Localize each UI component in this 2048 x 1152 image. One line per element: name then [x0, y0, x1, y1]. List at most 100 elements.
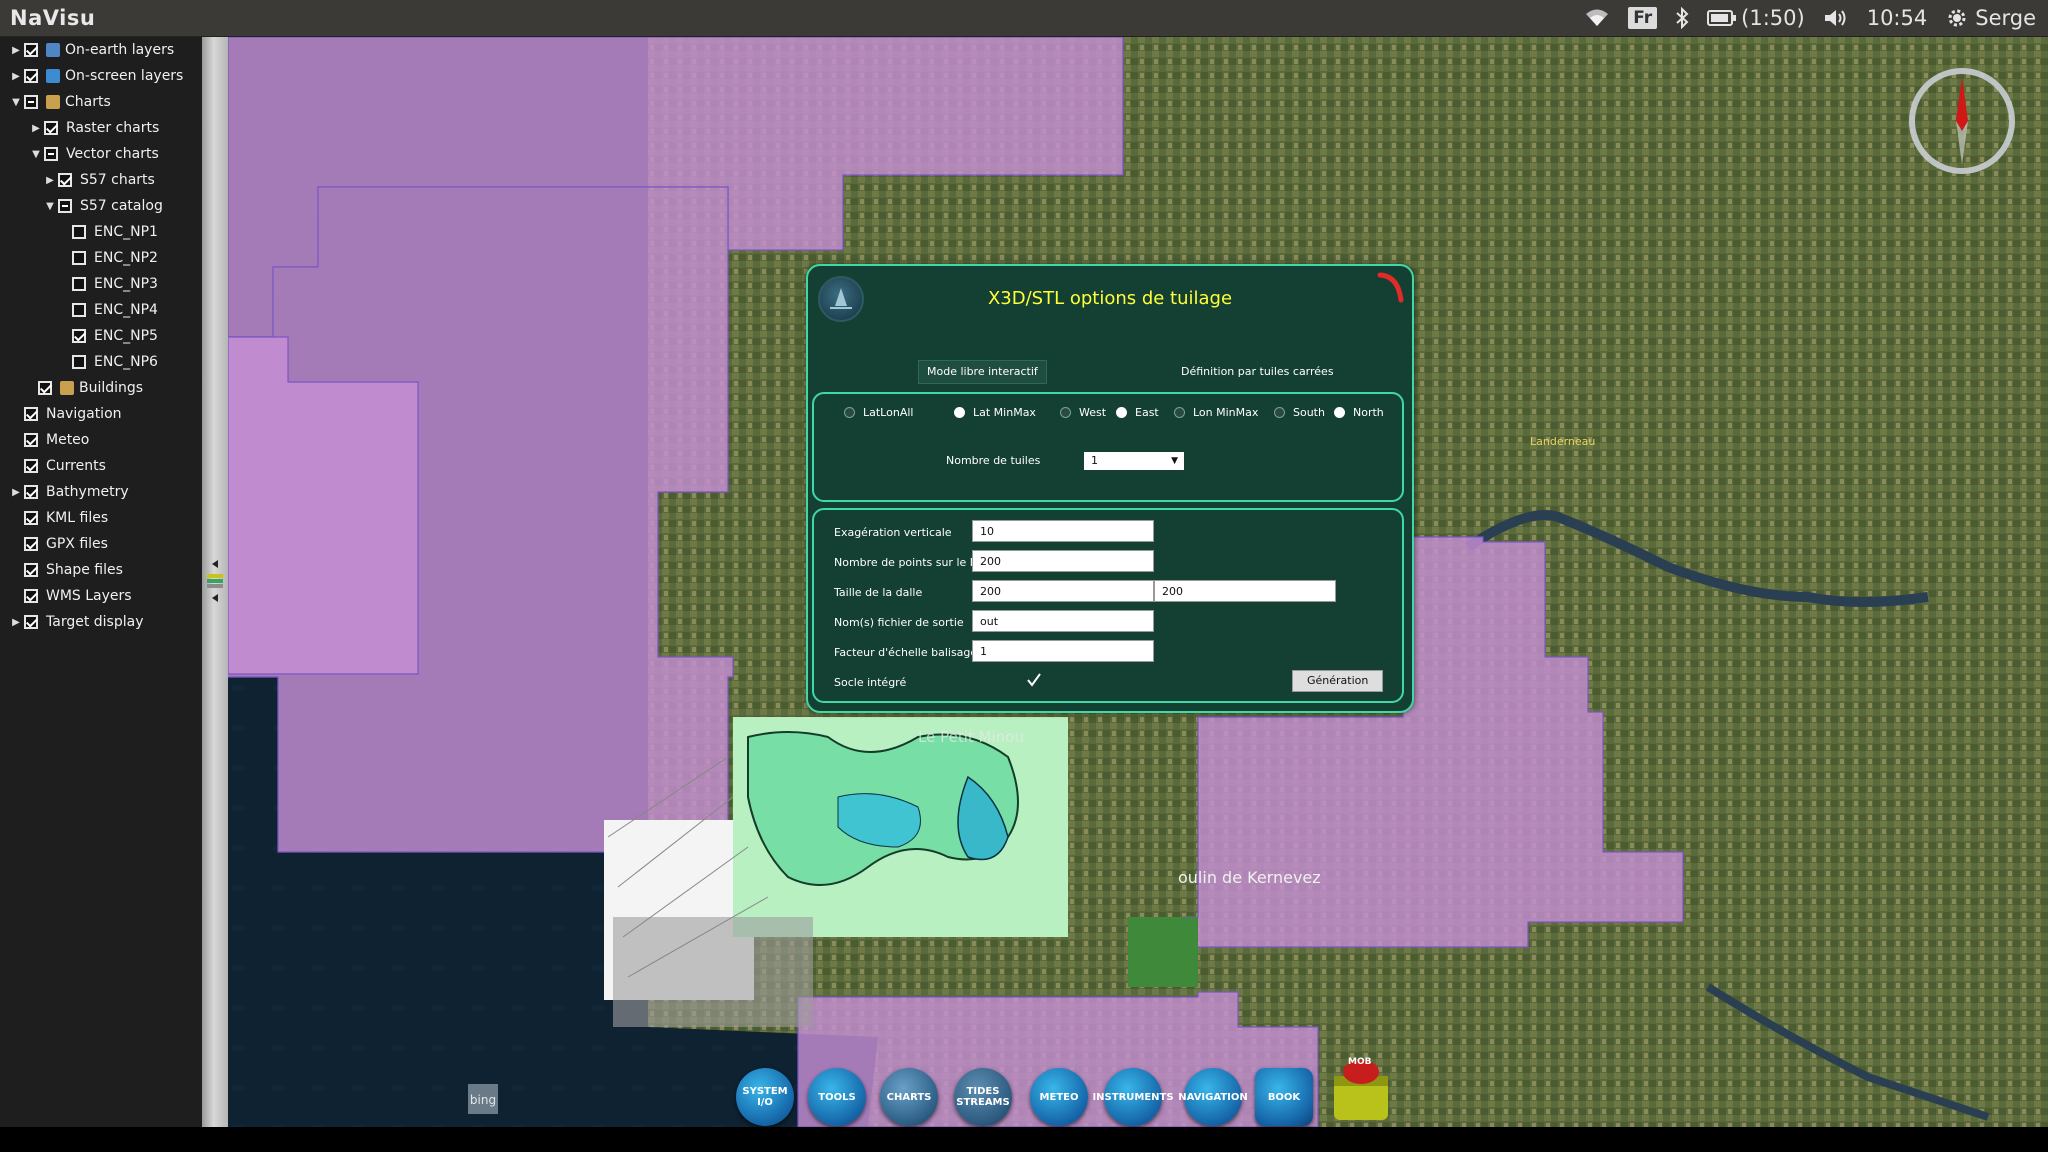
radio-lon-minmax[interactable]: Lon MinMax [1174, 406, 1258, 419]
layer-item[interactable]: Currents [10, 453, 106, 479]
layer-item[interactable]: GPX files [10, 531, 108, 557]
layer-checkbox[interactable] [72, 355, 86, 369]
layer-item[interactable]: KML files [10, 505, 108, 531]
layer-checkbox[interactable] [24, 615, 38, 629]
output-name-input[interactable]: out [972, 610, 1154, 632]
layer-item[interactable]: ▼ Vector charts [30, 141, 159, 167]
radio-lat-minmax[interactable]: Lat MinMax [954, 406, 1036, 419]
layer-checkbox[interactable] [24, 407, 38, 421]
layer-label: Raster charts [66, 120, 160, 136]
collapse-arrow-icon[interactable]: ▼ [10, 97, 22, 108]
tiles-count-label: Nombre de tuiles [946, 454, 1041, 467]
meteo-button[interactable]: METEO [1030, 1068, 1088, 1126]
layer-item[interactable]: Buildings [24, 375, 143, 401]
dtm-points-input[interactable]: 200 [972, 550, 1154, 572]
layer-checkbox[interactable] [24, 95, 38, 109]
layer-checkbox[interactable] [24, 563, 38, 577]
collapse-arrow-icon[interactable]: ▼ [30, 149, 42, 160]
instruments-button[interactable]: INSTRUMENTS [1092, 1068, 1174, 1126]
tiles-count-select[interactable]: 1 ▼ [1084, 452, 1184, 470]
parameters-group: Exagération verticale 10 Nombre de point… [812, 508, 1404, 703]
layer-checkbox[interactable] [24, 69, 38, 83]
layer-checkbox[interactable] [24, 589, 38, 603]
generate-button[interactable]: Génération [1292, 670, 1384, 692]
layer-item[interactable]: ENC_NP3 [58, 271, 158, 297]
radio-east[interactable]: East [1116, 406, 1159, 419]
layer-item[interactable]: Shape files [10, 557, 123, 583]
slab-size-y-input[interactable]: 200 [1154, 580, 1336, 602]
wifi-icon[interactable] [1584, 8, 1610, 28]
layer-item[interactable]: ENC_NP1 [58, 219, 158, 245]
integrated-base-checkbox[interactable] [1026, 672, 1042, 688]
radio-latlonall[interactable]: LatLonAll [844, 406, 913, 419]
tab-square-tiles[interactable]: Définition par tuiles carrées [1172, 360, 1343, 384]
chevron-down-icon: ▼ [1171, 456, 1178, 466]
charts-button[interactable]: CHARTS [880, 1068, 938, 1126]
layer-checkbox[interactable] [44, 147, 58, 161]
layer-checkbox[interactable] [38, 381, 52, 395]
collapse-arrow-icon[interactable]: ▼ [44, 201, 56, 212]
expand-arrow-icon[interactable]: ▶ [10, 71, 22, 82]
layer-checkbox[interactable] [24, 43, 38, 57]
layer-item[interactable]: ▼ S57 catalog [44, 193, 163, 219]
volume-icon[interactable] [1823, 8, 1849, 28]
session-menu[interactable]: Serge [1945, 6, 2036, 30]
dtm-points-label: Nombre de points sur le MNT [834, 556, 995, 569]
layer-checkbox[interactable] [24, 433, 38, 447]
layer-checkbox[interactable] [58, 173, 72, 187]
layer-checkbox[interactable] [72, 303, 86, 317]
system-io-button[interactable]: SYSTEM I/O [736, 1068, 794, 1126]
navigation-button[interactable]: NAVIGATION [1178, 1068, 1248, 1126]
tides-streams-button[interactable]: TIDES STREAMS [954, 1068, 1012, 1126]
exaggeration-input[interactable]: 10 [972, 520, 1154, 542]
layer-checkbox[interactable] [72, 329, 86, 343]
layer-checkbox[interactable] [24, 537, 38, 551]
gear-icon [1945, 6, 1969, 30]
radio-north[interactable]: North [1334, 406, 1384, 419]
layer-item[interactable]: Meteo [10, 427, 89, 453]
layer-checkbox[interactable] [58, 199, 72, 213]
tiles-count-value: 1 [1091, 454, 1098, 467]
layer-item[interactable]: ▶ Target display [10, 609, 143, 635]
layer-checkbox[interactable] [72, 277, 86, 291]
expand-arrow-icon[interactable]: ▶ [10, 487, 22, 498]
layer-item[interactable]: ▶ On-screen layers [10, 63, 183, 89]
beacon-scale-input[interactable]: 1 [972, 640, 1154, 662]
layer-checkbox[interactable] [24, 459, 38, 473]
layer-item[interactable]: ENC_NP6 [58, 349, 158, 375]
layer-checkbox[interactable] [72, 251, 86, 265]
layer-item[interactable]: ▶ Bathymetry [10, 479, 128, 505]
expand-arrow-icon[interactable]: ▶ [10, 45, 22, 56]
top-menu-bar: NaVisu Fr (1:50) 10:54 Serge [0, 0, 2048, 37]
tools-button[interactable]: TOOLS [808, 1068, 866, 1126]
bluetooth-icon[interactable] [1675, 7, 1689, 29]
clock[interactable]: 10:54 [1867, 6, 1928, 30]
exaggeration-label: Exagération verticale [834, 526, 952, 539]
layer-item[interactable]: ENC_NP2 [58, 245, 158, 271]
layer-item[interactable]: WMS Layers [10, 583, 132, 609]
mob-button[interactable]: MOB [1330, 1054, 1392, 1124]
layer-item[interactable]: Navigation [10, 401, 122, 427]
keyboard-layout-indicator[interactable]: Fr [1628, 7, 1658, 29]
battery-indicator[interactable]: (1:50) [1707, 6, 1805, 30]
layer-checkbox[interactable] [44, 121, 58, 135]
radio-south[interactable]: South [1274, 406, 1325, 419]
layer-checkbox[interactable] [24, 485, 38, 499]
splitter-grip-icon[interactable] [202, 556, 228, 606]
tab-free-interactive[interactable]: Mode libre interactif [918, 360, 1047, 384]
layer-item[interactable]: ▶ S57 charts [44, 167, 155, 193]
layer-checkbox[interactable] [72, 225, 86, 239]
layer-item[interactable]: ▶ On-earth layers [10, 37, 174, 63]
layer-item[interactable]: ▼ Charts [10, 89, 111, 115]
close-icon[interactable] [1376, 270, 1406, 304]
layer-item[interactable]: ENC_NP4 [58, 297, 158, 323]
expand-arrow-icon[interactable]: ▶ [10, 617, 22, 628]
radio-west[interactable]: West [1060, 406, 1106, 419]
layer-item[interactable]: ▶ Raster charts [30, 115, 159, 141]
book-button[interactable]: BOOK [1255, 1068, 1313, 1126]
expand-arrow-icon[interactable]: ▶ [44, 175, 56, 186]
slab-size-x-input[interactable]: 200 [972, 580, 1154, 602]
expand-arrow-icon[interactable]: ▶ [30, 123, 42, 134]
layer-item[interactable]: ENC_NP5 [58, 323, 158, 349]
layer-checkbox[interactable] [24, 511, 38, 525]
